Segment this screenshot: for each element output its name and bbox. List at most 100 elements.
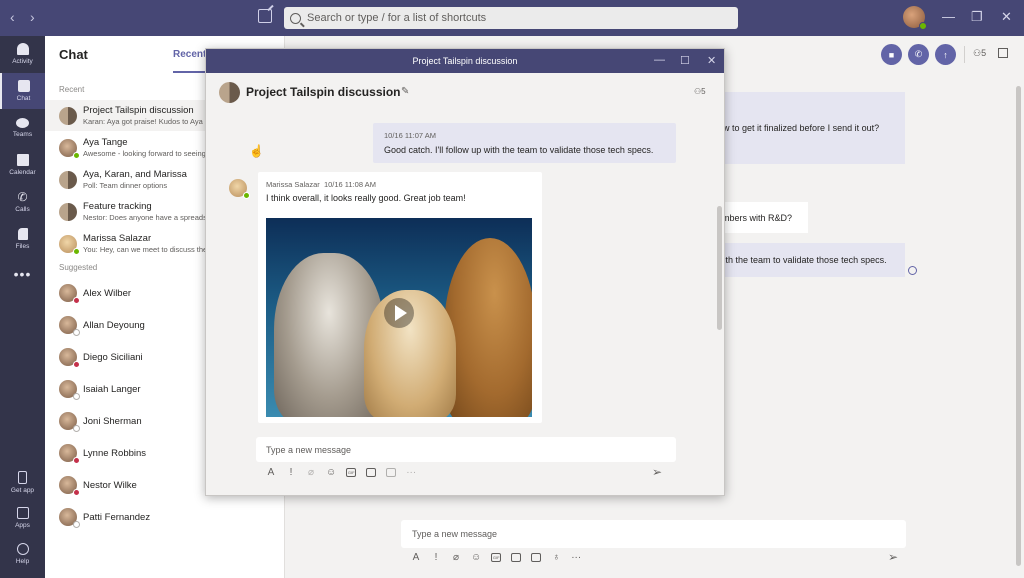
avatar [59,476,80,496]
schedule-meeting-icon[interactable] [531,553,542,562]
more-options-icon[interactable]: ··· [406,467,416,478]
message-text: iew to get it finalized before I send it… [716,123,880,133]
message-timestamp: 10/16 11:07 AM [384,131,436,140]
praise-icon[interactable]: ♁ [551,552,561,563]
avatar [59,139,80,159]
message-bubble: with the team to validate those tech spe… [705,243,905,277]
gif-icon[interactable]: GIF [491,553,502,562]
sticker-icon[interactable] [511,553,522,562]
message-text: I think overall, it looks really good. G… [266,193,466,203]
suggested-section-label: Suggested [59,263,98,272]
popout-compose-toolbar: A ! ⌀ ☺ GIF ··· [266,467,417,478]
contact-name: Alex Wilber [83,288,132,299]
video-call-button[interactable]: ■ [881,44,902,65]
phone-device-icon [18,470,27,484]
participants-button[interactable]: ⚇5 [973,48,986,59]
recent-section-label: Recent [59,85,85,94]
maximize-button[interactable]: ❐ [971,9,983,25]
rail-item-apps[interactable]: Apps [0,500,45,536]
message-text: umbers with R&D? [717,212,793,223]
phone-icon: ✆ [17,190,28,204]
emoji-icon[interactable]: ☺ [326,467,336,478]
popout-minimize-button[interactable]: — [654,54,665,66]
rail-label: Teams [12,131,33,138]
rail-item-calls[interactable]: ✆ Calls [0,184,45,220]
minimize-button[interactable]: — [942,9,955,24]
rail-label: Chat [16,95,31,102]
presence-available-icon [243,192,250,199]
rail-item-calendar[interactable]: Calendar [0,147,45,183]
contact-name: Lynne Robbins [83,448,147,459]
popout-window-title: Project Tailspin discussion [412,56,518,66]
read-receipt-icon [908,266,917,275]
popout-close-button[interactable]: ✕ [707,54,716,67]
sticker-icon[interactable] [366,468,377,477]
profile-avatar[interactable] [903,6,927,30]
rail-item-help[interactable]: Help [0,536,45,572]
emoji-icon[interactable]: ☺ [471,552,481,563]
rail-item-get-app[interactable]: Get app [0,464,45,500]
popout-compose-box[interactable]: Type a new message [256,437,676,462]
gif-attachment[interactable] [266,218,532,417]
rail-item-files[interactable]: Files [0,221,45,257]
avatar [59,444,80,464]
message-compose-box[interactable]: Type a new message [401,520,906,548]
more-apps-button[interactable]: ••• [0,266,45,282]
play-icon[interactable] [384,298,414,328]
popout-icon[interactable] [998,48,1008,58]
search-box[interactable] [284,7,738,29]
rail-item-activity[interactable]: Activity [0,36,45,72]
hand-cursor-icon: ☝ [249,144,264,158]
rail-item-teams[interactable]: Teams [0,110,45,146]
send-icon[interactable]: ➢ [888,550,898,564]
message-bubble: iew to get it finalized before I send it… [705,92,905,164]
new-chat-icon[interactable] [258,9,272,23]
suggested-contact[interactable]: Patti Fernandez [45,502,285,533]
rail-item-chat[interactable]: Chat [0,73,45,109]
compose-toolbar: A ! ⌀ ☺ GIF ♁ ··· [411,552,582,563]
share-screen-button[interactable]: ↑ [935,44,956,65]
divider [964,46,965,63]
popout-header: Project Tailspin discussion ✎ ⚇5 [206,73,724,113]
send-icon[interactable]: ➢ [652,465,662,479]
tab-recent[interactable]: Recent [173,49,206,60]
presence-available-icon [73,248,80,255]
participants-count: 5 [701,87,706,96]
chat-name: Project Tailspin discussion [83,105,194,116]
presence-busy-icon [73,457,80,464]
popout-maximize-button[interactable]: ☐ [680,54,690,67]
contact-name: Patti Fernandez [83,512,151,523]
search-input[interactable] [307,12,707,24]
chat-icon [17,80,30,92]
attach-icon[interactable]: ⌀ [306,467,316,478]
audio-call-button[interactable]: ✆ [908,44,929,65]
presence-offline-icon [73,393,80,400]
presence-busy-icon [73,361,80,368]
contact-name: Diego Siciliani [83,352,143,363]
more-options-icon[interactable]: ··· [571,552,581,563]
back-button[interactable]: ‹ [10,9,15,25]
forward-button[interactable]: › [30,9,35,25]
group-avatar [59,107,77,125]
gif-icon[interactable]: GIF [346,468,357,477]
presence-busy-icon [73,489,80,496]
dog-image [444,238,532,417]
edit-name-icon[interactable]: ✎ [401,86,409,97]
apps-icon [16,507,29,519]
teams-icon [16,118,29,128]
close-button[interactable]: ✕ [1001,9,1012,25]
message-timestamp: 10/16 11:08 AM [323,180,376,189]
attach-icon[interactable]: ⌀ [451,552,461,563]
app-rail: Activity Chat Teams Calendar ✆ Calls Fil… [0,36,45,578]
scrollbar[interactable] [1016,86,1021,566]
important-icon[interactable]: ! [431,552,441,563]
scrollbar[interactable] [717,206,722,330]
format-icon[interactable]: A [266,467,276,478]
format-icon[interactable]: A [411,552,421,563]
participants-button[interactable]: ⚇5 [694,87,706,96]
contact-name: Nestor Wilke [83,480,137,491]
popout-title-bar[interactable]: Project Tailspin discussion — ☐ ✕ [206,49,724,73]
presence-available-icon [73,152,80,159]
schedule-meeting-icon[interactable] [386,468,397,477]
important-icon[interactable]: ! [286,467,296,478]
